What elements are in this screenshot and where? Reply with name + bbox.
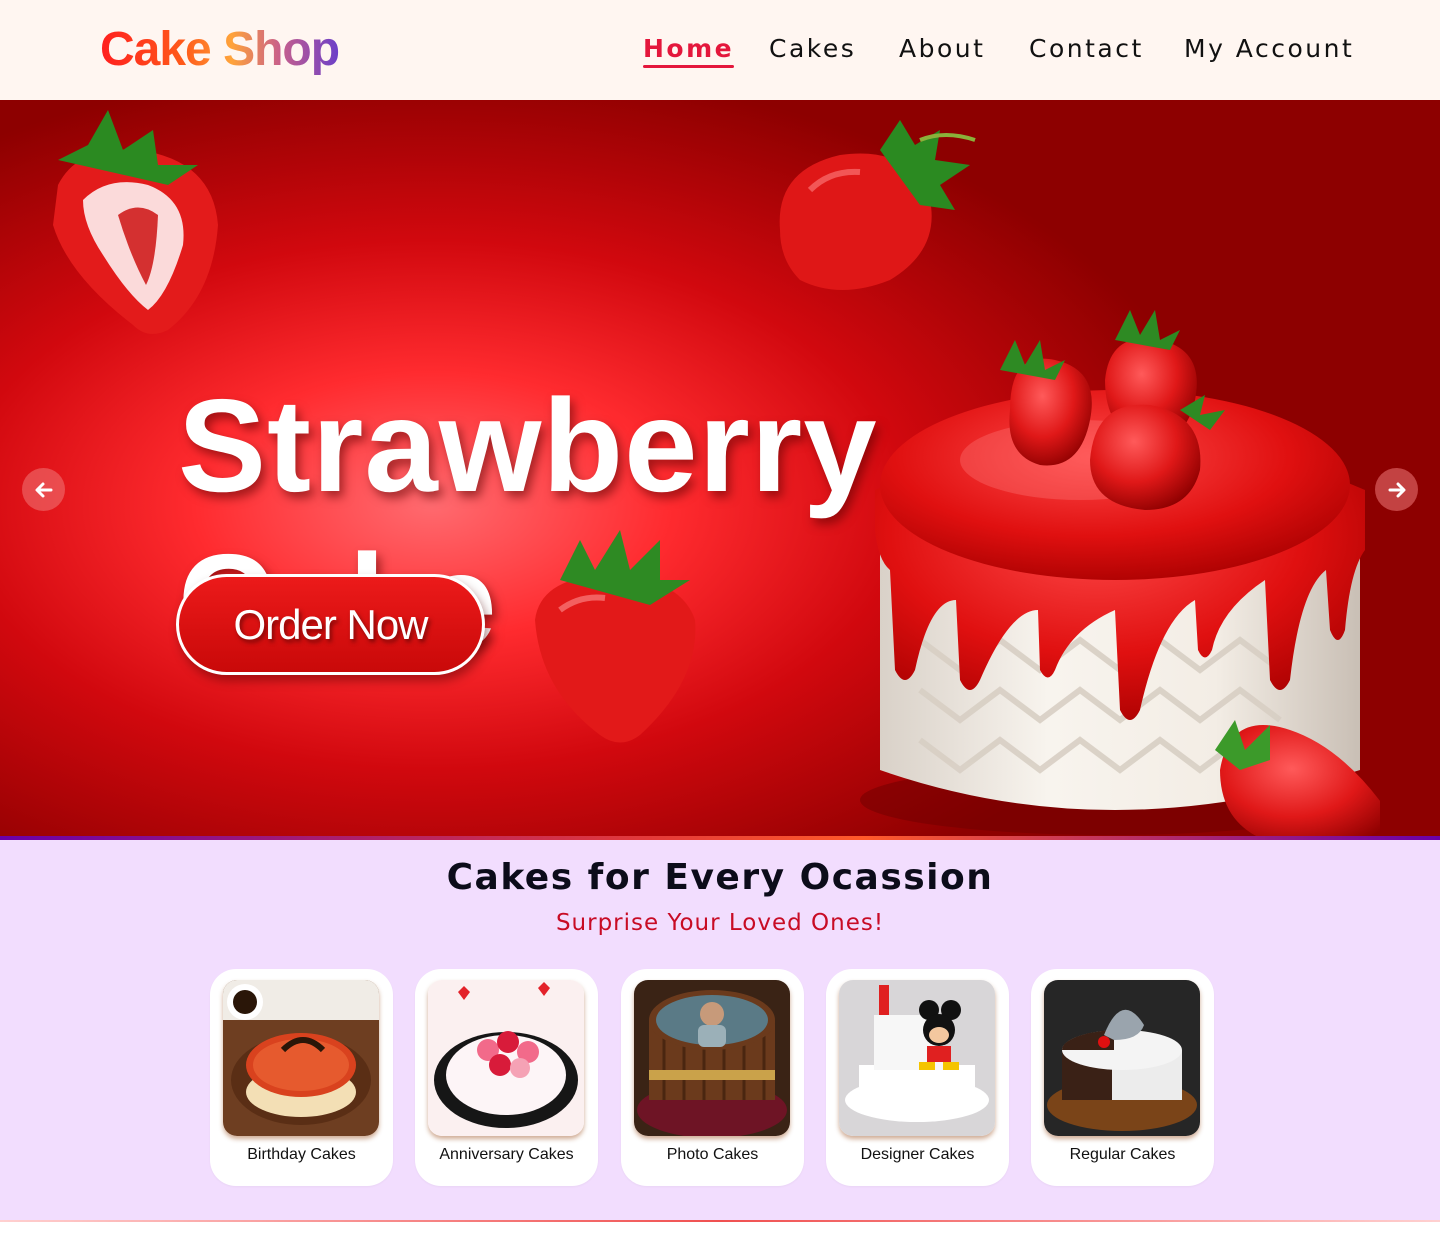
hero-banner: Strawberry Cake [0,100,1440,836]
nav-about[interactable]: About [899,32,985,66]
category-card-anniversary[interactable]: Anniversary Cakes [415,969,598,1186]
arrow-left-icon [35,482,52,497]
section-divider [0,1220,1440,1222]
card-label: Photo Cakes [666,1146,759,1163]
main-nav: Home Cakes About Contact My Account [0,32,1440,68]
section-subtitle: Surprise Your Loved Ones! [555,910,885,936]
carousel-prev-button[interactable] [22,468,65,511]
nav-cakes[interactable]: Cakes [769,32,856,66]
card-label: Regular Cakes [1069,1146,1176,1163]
hero-title-line1: Strawberry [178,372,878,519]
designer-cake-image [839,980,995,1136]
section-title: Cakes for Every Ocassion [446,857,994,898]
category-card-photo[interactable]: Photo Cakes [621,969,804,1186]
anniversary-cake-image [428,980,584,1136]
photo-cake-image [634,980,790,1136]
card-label: Designer Cakes [860,1146,975,1163]
category-card-designer[interactable]: Designer Cakes [826,969,1009,1186]
regular-cake-image [1044,980,1200,1136]
carousel-next-button[interactable] [1375,468,1418,511]
category-card-regular[interactable]: Regular Cakes [1031,969,1214,1186]
nav-home[interactable]: Home [643,32,735,68]
arrow-right-icon [1388,482,1405,497]
card-label: Anniversary Cakes [439,1146,574,1163]
birthday-cake-image [223,980,379,1136]
order-now-label: Order Now [233,600,428,648]
category-card-birthday[interactable]: Birthday Cakes [210,969,393,1186]
strawberry-top-image [779,120,976,290]
strawberry-cake-image [860,310,1380,836]
strawberry-half-image [53,110,218,334]
site-header: Cake Shop Home Cakes About Contact My Ac… [0,0,1440,100]
order-now-button[interactable]: Order Now [176,574,485,675]
nav-contact[interactable]: Contact [1029,32,1144,66]
nav-my-account[interactable]: My Account [1184,32,1354,66]
card-label: Birthday Cakes [247,1146,356,1163]
